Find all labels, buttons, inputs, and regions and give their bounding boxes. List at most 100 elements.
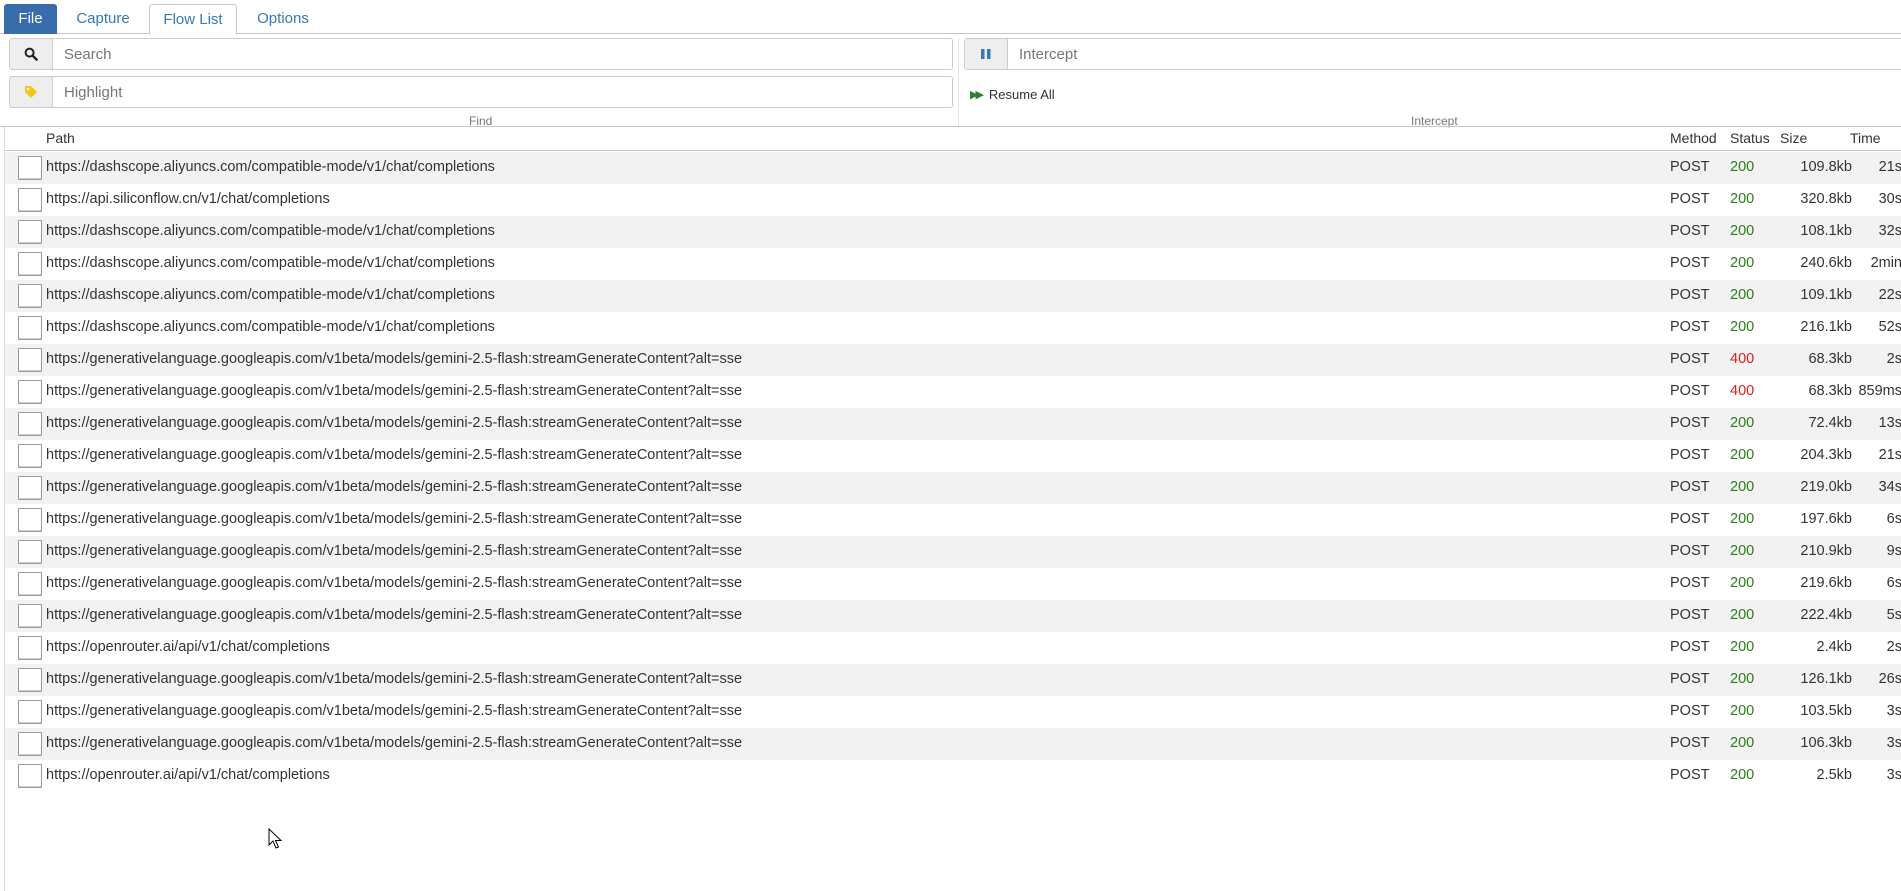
cell-method: POST	[1670, 543, 1710, 559]
table-row[interactable]: https://generativelanguage.googleapis.co…	[5, 696, 1901, 728]
menu-bar: File Capture Flow List Options	[0, 0, 1901, 35]
request-icon	[18, 476, 42, 500]
cell-method: POST	[1670, 479, 1710, 495]
cell-size: 109.8kb	[1800, 159, 1852, 175]
cell-path: https://dashscope.aliyuncs.com/compatibl…	[46, 287, 495, 303]
cell-time: 21s	[1878, 159, 1901, 175]
table-row[interactable]: https://generativelanguage.googleapis.co…	[5, 600, 1901, 632]
table-row[interactable]: https://openrouter.ai/api/v1/chat/comple…	[5, 760, 1901, 792]
intercept-input[interactable]	[1008, 39, 1901, 69]
column-header-time[interactable]: Time	[1850, 130, 1881, 146]
cell-time: 6s	[1886, 575, 1901, 591]
table-row[interactable]: https://generativelanguage.googleapis.co…	[5, 728, 1901, 760]
cell-size: 219.6kb	[1800, 575, 1852, 591]
tab-capture[interactable]: Capture	[63, 4, 143, 34]
cell-status: 200	[1730, 447, 1755, 463]
cell-size: 126.1kb	[1800, 671, 1852, 687]
column-header-path[interactable]: Path	[46, 130, 75, 146]
column-header-size[interactable]: Size	[1780, 130, 1807, 146]
cell-path: https://generativelanguage.googleapis.co…	[46, 479, 743, 495]
table-row[interactable]: https://generativelanguage.googleapis.co…	[5, 344, 1901, 376]
search-input[interactable]	[53, 39, 952, 69]
table-row[interactable]: https://openrouter.ai/api/v1/chat/comple…	[5, 632, 1901, 664]
table-row[interactable]: https://api.siliconflow.cn/v1/chat/compl…	[5, 184, 1901, 216]
table-row[interactable]: https://generativelanguage.googleapis.co…	[5, 664, 1901, 696]
cell-time: 32s	[1878, 223, 1901, 239]
cell-size: 219.0kb	[1800, 479, 1852, 495]
tab-file[interactable]: File	[4, 4, 57, 34]
column-header-status[interactable]: Status	[1730, 130, 1770, 146]
cell-status: 200	[1730, 159, 1755, 175]
request-icon	[18, 412, 42, 436]
request-icon	[18, 348, 42, 372]
cell-path: https://generativelanguage.googleapis.co…	[46, 511, 743, 527]
cell-size: 197.6kb	[1800, 511, 1852, 527]
mouse-cursor-icon	[268, 828, 282, 849]
column-header-method[interactable]: Method	[1670, 130, 1717, 146]
cell-size: 2.4kb	[1816, 639, 1852, 655]
table-row[interactable]: https://generativelanguage.googleapis.co…	[5, 408, 1901, 440]
cell-time: 2min	[1870, 255, 1901, 271]
table-row[interactable]: https://generativelanguage.googleapis.co…	[5, 376, 1901, 408]
table-row[interactable]: https://generativelanguage.googleapis.co…	[5, 568, 1901, 600]
tab-flow-list[interactable]: Flow List	[149, 4, 237, 35]
cell-time: 3s	[1886, 703, 1901, 719]
table-row[interactable]: https://dashscope.aliyuncs.com/compatibl…	[5, 216, 1901, 248]
fast-forward-icon: ▶▶	[970, 88, 984, 101]
cell-size: 240.6kb	[1800, 255, 1852, 271]
request-icon	[18, 636, 42, 660]
request-icon	[18, 444, 42, 468]
cell-size: 68.3kb	[1808, 383, 1852, 399]
cell-method: POST	[1670, 639, 1710, 655]
cell-size: 72.4kb	[1808, 415, 1852, 431]
cell-path: https://dashscope.aliyuncs.com/compatibl…	[46, 159, 495, 175]
tag-icon	[10, 77, 53, 107]
cell-time: 859ms	[1858, 383, 1901, 399]
cell-method: POST	[1670, 575, 1710, 591]
cell-time: 3s	[1886, 767, 1901, 783]
cell-method: POST	[1670, 159, 1710, 175]
search-group	[9, 38, 953, 70]
resume-all-button[interactable]: ▶▶ Resume All	[970, 84, 1055, 104]
cell-path: https://generativelanguage.googleapis.co…	[46, 543, 743, 559]
cell-time: 52s	[1878, 319, 1901, 335]
table-row[interactable]: https://generativelanguage.googleapis.co…	[5, 440, 1901, 472]
highlight-input[interactable]	[53, 77, 952, 107]
table-row[interactable]: https://generativelanguage.googleapis.co…	[5, 536, 1901, 568]
cell-status: 200	[1730, 575, 1755, 591]
cell-time: 22s	[1878, 287, 1901, 303]
table-row[interactable]: https://generativelanguage.googleapis.co…	[5, 504, 1901, 536]
cell-time: 30s	[1878, 191, 1901, 207]
table-row[interactable]: https://dashscope.aliyuncs.com/compatibl…	[5, 280, 1901, 312]
cell-method: POST	[1670, 511, 1710, 527]
cell-method: POST	[1670, 319, 1710, 335]
cell-size: 109.1kb	[1800, 287, 1852, 303]
request-icon	[18, 188, 42, 212]
cell-status: 200	[1730, 511, 1755, 527]
cell-time: 5s	[1886, 607, 1901, 623]
pause-icon[interactable]	[965, 39, 1008, 69]
table-row[interactable]: https://dashscope.aliyuncs.com/compatibl…	[5, 248, 1901, 280]
tab-options[interactable]: Options	[243, 4, 323, 34]
cell-time: 26s	[1878, 671, 1901, 687]
cell-status: 200	[1730, 767, 1755, 783]
cell-path: https://generativelanguage.googleapis.co…	[46, 703, 743, 719]
request-icon	[18, 220, 42, 244]
cell-method: POST	[1670, 671, 1710, 687]
request-icon	[18, 604, 42, 628]
request-icon	[18, 572, 42, 596]
cell-status: 200	[1730, 287, 1755, 303]
cell-status: 400	[1730, 383, 1755, 399]
cell-path: https://dashscope.aliyuncs.com/compatibl…	[46, 319, 495, 335]
cell-size: 320.8kb	[1800, 191, 1852, 207]
cell-status: 200	[1730, 191, 1755, 207]
table-header: Path Method Status Size Time	[5, 127, 1901, 151]
table-row[interactable]: https://generativelanguage.googleapis.co…	[5, 472, 1901, 504]
table-row[interactable]: https://dashscope.aliyuncs.com/compatibl…	[5, 312, 1901, 344]
cell-size: 103.5kb	[1800, 703, 1852, 719]
cell-status: 200	[1730, 703, 1755, 719]
request-icon	[18, 540, 42, 564]
request-icon	[18, 284, 42, 308]
cell-time: 6s	[1886, 511, 1901, 527]
table-row[interactable]: https://dashscope.aliyuncs.com/compatibl…	[5, 152, 1901, 184]
